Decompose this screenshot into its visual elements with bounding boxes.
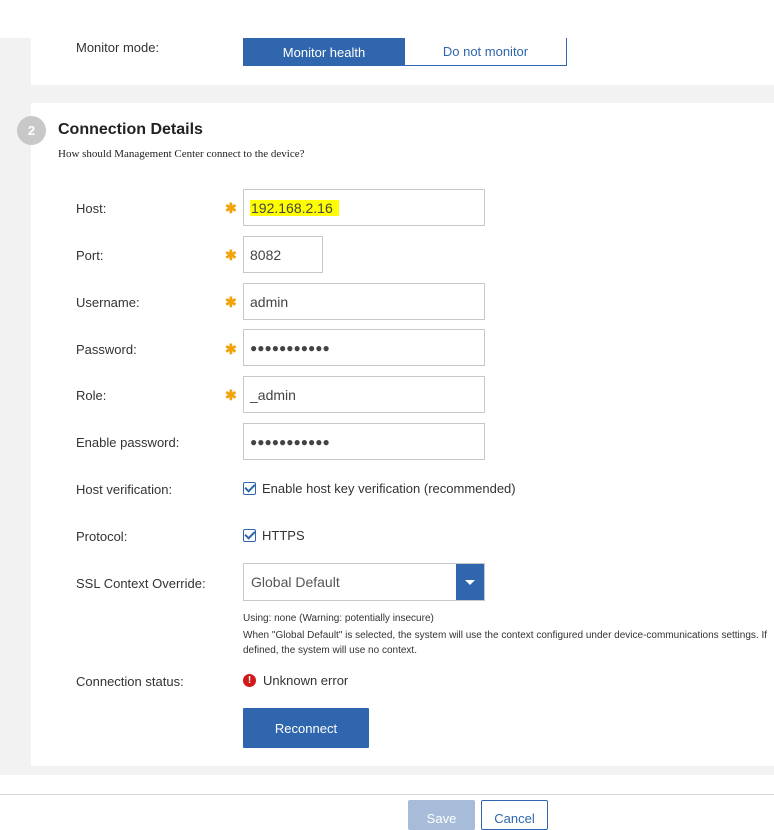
ssl-global-default-note-cont: defined, the system will use no context.: [243, 645, 417, 656]
step-number-badge: 2: [17, 116, 46, 145]
ssl-using-note: Using: none (Warning: potentially insecu…: [243, 613, 434, 624]
role-value: _admin: [250, 386, 296, 403]
connection-status-text: Unknown error: [263, 673, 349, 688]
protocol-label: Protocol:: [76, 529, 128, 544]
page-top-area: [0, 0, 774, 38]
host-label: Host:: [76, 201, 107, 216]
ssl-context-select[interactable]: Global Default: [243, 563, 485, 601]
host-value: 192.168.2.16: [250, 199, 339, 216]
enable-password-label: Enable password:: [76, 435, 180, 450]
footer-divider: [0, 794, 774, 795]
ssl-context-label: SSL Context Override:: [76, 576, 206, 591]
password-label: Password:: [76, 342, 137, 357]
username-label: Username:: [76, 295, 140, 310]
caret-down-icon: [465, 579, 475, 585]
ssl-global-default-note: When "Global Default" is selected, the s…: [243, 630, 768, 641]
section-title: Connection Details: [58, 121, 203, 138]
username-input[interactable]: admin: [243, 283, 485, 320]
asterisk-icon: ✱: [225, 387, 237, 403]
exclamation-circle-icon: !: [243, 674, 256, 687]
password-input[interactable]: ●●●●●●●●●●●: [243, 329, 485, 366]
role-label: Role:: [76, 388, 107, 403]
section-description: How should Management Center connect to …: [58, 148, 305, 160]
host-input[interactable]: 192.168.2.16: [243, 189, 485, 226]
asterisk-icon: ✱: [225, 341, 237, 357]
username-value: admin: [250, 293, 289, 310]
asterisk-icon: ✱: [225, 294, 237, 310]
port-input[interactable]: 8082: [243, 236, 323, 273]
host-verification-checkbox-row[interactable]: Enable host key verification (recommende…: [243, 481, 516, 496]
save-button[interactable]: Save: [408, 800, 475, 830]
port-label: Port:: [76, 248, 104, 263]
protocol-checkbox-label: HTTPS: [262, 528, 305, 543]
reconnect-button[interactable]: Reconnect: [243, 708, 369, 748]
monitor-mode-label: Monitor mode:: [76, 40, 160, 55]
asterisk-icon: ✱: [225, 200, 237, 216]
password-value: ●●●●●●●●●●●: [250, 340, 330, 355]
checkbox-checked-icon[interactable]: [243, 529, 256, 542]
host-verification-checkbox-label: Enable host key verification (recommende…: [262, 481, 516, 496]
enable-password-value: ●●●●●●●●●●●: [250, 434, 330, 449]
dropdown-button[interactable]: [456, 564, 484, 600]
connection-status-label: Connection status:: [76, 674, 184, 689]
cancel-button[interactable]: Cancel: [481, 800, 548, 830]
connection-status: ! Unknown error: [243, 673, 348, 688]
checkbox-checked-icon[interactable]: [243, 482, 256, 495]
port-value: 8082: [250, 246, 282, 263]
monitor-health-option[interactable]: Monitor health: [243, 38, 405, 66]
asterisk-icon: ✱: [225, 247, 237, 263]
enable-password-input[interactable]: ●●●●●●●●●●●: [243, 423, 485, 460]
host-verification-label: Host verification:: [76, 482, 173, 497]
role-input[interactable]: _admin: [243, 376, 485, 413]
ssl-context-value: Global Default: [251, 574, 340, 590]
protocol-checkbox-row[interactable]: HTTPS: [243, 528, 305, 543]
do-not-monitor-option[interactable]: Do not monitor: [404, 38, 567, 66]
